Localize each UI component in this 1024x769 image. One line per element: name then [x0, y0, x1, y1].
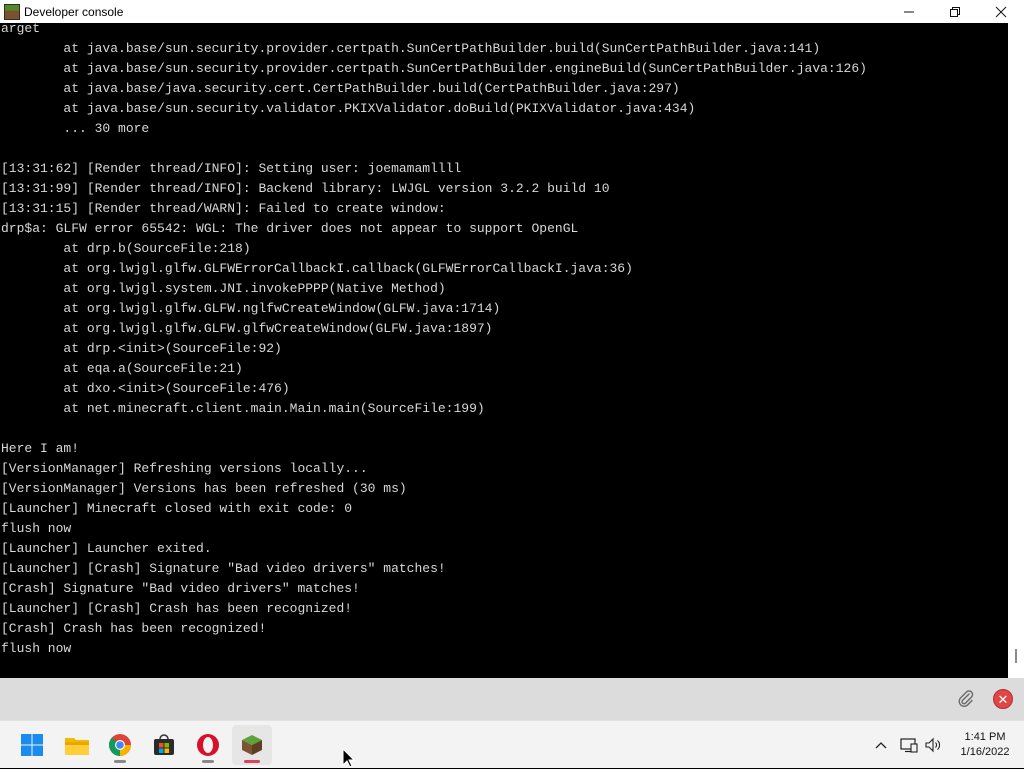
log-line: [Launcher] [Crash] Crash has been recogn… — [1, 601, 353, 616]
taskbar-file-explorer[interactable] — [57, 725, 97, 765]
clock-time: 1:41 PM — [964, 731, 1006, 743]
log-line: at org.lwjgl.glfw.GLFW.glfwCreateWindow(… — [1, 321, 493, 336]
restore-icon — [950, 6, 960, 17]
chrome-icon — [109, 734, 131, 756]
chevron-up-icon — [875, 742, 887, 749]
log-line: flush now — [1, 521, 72, 536]
log-line: at drp.<init>(SourceFile:92) — [1, 341, 282, 356]
log-line: at drp.b(SourceFile:218) — [1, 241, 251, 256]
log-line: flush now — [1, 641, 72, 656]
minecraft-app-icon — [4, 3, 20, 20]
log-line: at java.base/java.security.cert.CertPath… — [1, 81, 680, 96]
start-button[interactable] — [12, 725, 52, 765]
log-line: [Launcher] [Crash] Signature "Bad video … — [1, 561, 446, 576]
file-explorer-icon — [65, 738, 89, 755]
log-line: drp$a: GLFW error 65542: WGL: The driver… — [1, 221, 579, 236]
log-line: [Launcher] Minecraft closed with exit co… — [1, 501, 353, 516]
running-indicator — [202, 760, 214, 763]
close-x-icon: ✕ — [997, 691, 1009, 707]
console-output[interactable]: arget at java.base/sun.security.provider… — [0, 23, 1008, 678]
network-button[interactable] — [898, 721, 920, 769]
attach-button[interactable] — [955, 688, 977, 710]
speaker-icon — [925, 737, 940, 753]
minecraft-launcher-icon — [242, 735, 262, 755]
mouse-cursor-icon — [342, 748, 356, 768]
log-line: [VersionManager] Versions has been refre… — [1, 481, 407, 496]
system-clock[interactable]: 1:41 PM 1/16/2022 — [950, 730, 1020, 760]
log-line: at java.base/sun.security.provider.certp… — [1, 41, 821, 56]
log-line: [VersionManager] Refreshing versions loc… — [1, 461, 368, 476]
taskbar: 1:41 PM 1/16/2022 — [0, 720, 1024, 768]
opera-icon — [197, 734, 219, 756]
running-indicator — [114, 760, 126, 763]
log-line: [13:31:99] [Render thread/INFO]: Backend… — [1, 181, 610, 196]
clock-date: 1/16/2022 — [960, 746, 1010, 758]
network-icon — [900, 738, 918, 753]
log-line: Here I am! — [1, 441, 80, 456]
maximize-button[interactable] — [932, 0, 978, 23]
taskbar-opera[interactable] — [188, 725, 228, 765]
log-line: [Crash] Crash has been recognized! — [1, 621, 267, 636]
window-title: Developer console — [24, 4, 124, 19]
minimize-button[interactable] — [886, 0, 932, 23]
taskbar-minecraft-launcher[interactable] — [232, 725, 272, 765]
close-console-button[interactable]: ✕ — [993, 689, 1013, 709]
command-bar — [0, 678, 1024, 720]
log-line: at org.lwjgl.glfw.GLFWErrorCallbackI.cal… — [1, 261, 633, 276]
log-line: at org.lwjgl.system.JNI.invokePPPP(Nativ… — [1, 281, 446, 296]
log-line: ... 30 more — [1, 121, 150, 136]
minimize-icon — [904, 11, 914, 12]
log-line: at java.base/sun.security.validator.PKIX… — [1, 101, 696, 116]
taskbar-store[interactable] — [144, 725, 184, 765]
log-line: at org.lwjgl.glfw.GLFW.nglfwCreateWindow… — [1, 301, 501, 316]
close-window-button[interactable] — [978, 0, 1024, 23]
log-line: at java.base/sun.security.provider.certp… — [1, 61, 867, 76]
show-hidden-icons-button[interactable] — [870, 721, 892, 769]
close-icon — [995, 6, 1007, 17]
log-line: [13:31:15] [Render thread/WARN]: Failed … — [1, 201, 446, 216]
scrollbar-thumb[interactable] — [1015, 649, 1017, 663]
title-bar: Developer console — [0, 0, 1024, 23]
console-scrollbar[interactable] — [1008, 23, 1024, 678]
command-input[interactable] — [0, 678, 940, 720]
microsoft-store-icon — [154, 734, 174, 755]
paperclip-icon — [958, 690, 974, 707]
log-line: at net.minecraft.client.main.Main.main(S… — [1, 401, 485, 416]
taskbar-chrome[interactable] — [100, 725, 140, 765]
volume-button[interactable] — [922, 721, 944, 769]
log-line: [Crash] Signature "Bad video drivers" ma… — [1, 581, 360, 596]
active-indicator — [244, 760, 260, 763]
log-line: at dxo.<init>(SourceFile:476) — [1, 381, 290, 396]
log-line: [Launcher] Launcher exited. — [1, 541, 212, 556]
start-icon — [21, 734, 43, 756]
log-line: arget — [1, 23, 41, 36]
log-line: [13:31:62] [Render thread/INFO]: Setting… — [1, 161, 462, 176]
log-line: at eqa.a(SourceFile:21) — [1, 361, 243, 376]
window-controls — [886, 0, 1024, 23]
log-text: arget at java.base/sun.security.provider… — [0, 23, 1008, 659]
